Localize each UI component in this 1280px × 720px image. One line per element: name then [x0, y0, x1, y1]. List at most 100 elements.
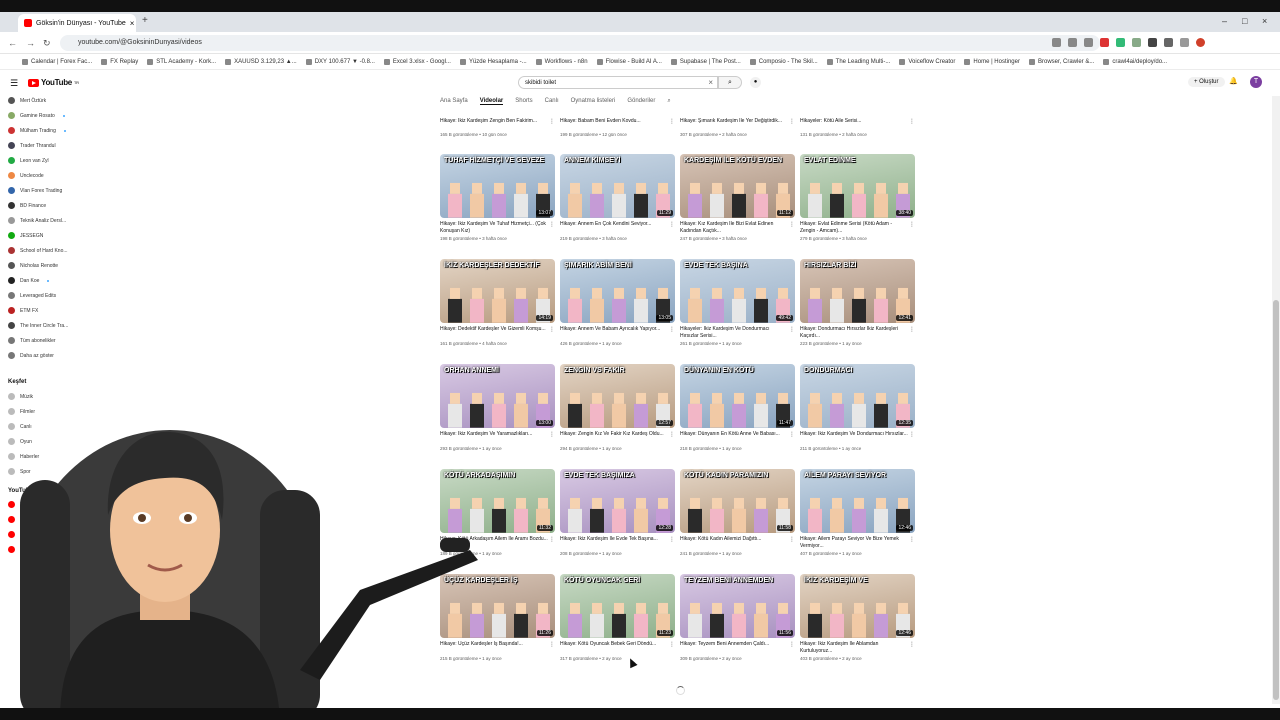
video-title[interactable]: Hikaye: Zengin Kız Ve Fakir Kız Kardeş O…	[560, 431, 668, 445]
avatar[interactable]: T	[1250, 76, 1262, 88]
bookmark-item[interactable]: Supabase | The Post...	[670, 58, 741, 65]
more-options-icon[interactable]: ⋮	[669, 118, 675, 125]
video-thumbnail[interactable]: TEYZEM BENİ ANNEMDEN 11:56	[680, 574, 795, 638]
channel-tab[interactable]: Shorts	[515, 98, 532, 105]
more-options-icon[interactable]: ⋮	[789, 326, 795, 333]
bookmark-item[interactable]: The Leading Multi-...	[826, 58, 890, 65]
sidebar-subscription-item[interactable]: Leveraged Edits	[8, 292, 56, 299]
more-options-icon[interactable]: ⋮	[909, 536, 915, 543]
more-options-icon[interactable]: ⋮	[789, 536, 795, 543]
more-options-icon[interactable]: ⋮	[549, 326, 555, 333]
sidebar-subscription-item[interactable]: Gamine Rosato	[8, 112, 65, 119]
extension-icon[interactable]	[1052, 38, 1061, 47]
video-thumbnail[interactable]: AİLEM PARAYI SEVİYOR 12:46	[800, 469, 915, 533]
video-title[interactable]: Hikaye: Dondurmacı Hırsızlar İkiz Kardeş…	[800, 326, 908, 340]
video-thumbnail[interactable]: HIRSIZLAR BİZİ 12:41	[800, 259, 915, 323]
sidebar-explore-item[interactable]: Müzik	[8, 393, 33, 400]
video-thumbnail[interactable]: ANNEM KİMSEYİ 11:29	[560, 154, 675, 218]
video-title[interactable]: Hikaye: Kız Kardeşim İle Bizi Evlat Edin…	[680, 221, 788, 235]
video-thumbnail[interactable]: EVLAT EDİNME 38:40	[800, 154, 915, 218]
sidepanel-icon[interactable]	[1180, 38, 1189, 47]
video-thumbnail[interactable]: TUHAF HİZMETÇİ VE GEVEZE 13:07	[440, 154, 555, 218]
more-options-icon[interactable]: ⋮	[909, 326, 915, 333]
puzzle-icon[interactable]	[1164, 38, 1173, 47]
video-thumbnail[interactable]: ŞIMARIK ABİM BENİ 13:05	[560, 259, 675, 323]
more-options-icon[interactable]: ⋮	[549, 431, 555, 438]
more-options-icon[interactable]: ⋮	[789, 118, 795, 125]
search-input[interactable]: skibidi toilet ×	[518, 76, 718, 89]
video-title[interactable]: Hikaye: Ailem Parayı Seviyor Ve Bize Yem…	[800, 536, 908, 550]
extension-icon[interactable]	[1148, 38, 1157, 47]
video-title[interactable]: Hikaye: İkiz Kardeşim Ve Tuhaf Hizmetçi.…	[440, 221, 548, 235]
video-title[interactable]: Hikaye: Annem Ve Babam Ayrıcalık Yapıyor…	[560, 326, 668, 340]
video-title[interactable]: Hikaye: İkiz Kardeşim Ve Dondurmacı Hırs…	[800, 431, 908, 445]
scrollbar-thumb[interactable]	[1273, 300, 1279, 700]
channel-tab[interactable]: Canlı	[545, 98, 559, 105]
minimize-icon[interactable]: –	[1222, 16, 1227, 26]
extension-icon[interactable]	[1132, 38, 1141, 47]
mic-icon[interactable]: ●	[750, 77, 761, 88]
sidebar-subscription-item[interactable]: Vlan Forex Trading	[8, 187, 62, 194]
video-thumbnail[interactable]: KARDEŞİM İLE KÖTÜ EVDEN 11:12	[680, 154, 795, 218]
sidebar-subscription-item[interactable]: ETM FX	[8, 307, 38, 314]
video-title[interactable]: Hikaye: Annem En Çok Kendini Seviyor...	[560, 221, 668, 235]
video-title[interactable]: Hikaye: Teyzem Beni Annemden Çaldı...	[680, 641, 788, 655]
maximize-icon[interactable]: □	[1242, 16, 1247, 26]
more-options-icon[interactable]: ⋮	[669, 326, 675, 333]
video-thumbnail[interactable]: DONDURMACI 12:35	[800, 364, 915, 428]
bookmark-item[interactable]: crawl4ai/deploy/do...	[1103, 58, 1167, 65]
video-title[interactable]: Hikaye: Şımarık Kardeşim İle Yer Değişti…	[680, 118, 788, 132]
extension-icon[interactable]	[1116, 38, 1125, 47]
sidebar-subscription-item[interactable]: Mülham Trading	[8, 127, 66, 134]
forward-icon[interactable]: →	[26, 38, 35, 48]
more-options-icon[interactable]: ⋮	[909, 118, 915, 125]
star-icon[interactable]	[1084, 38, 1093, 47]
channel-tab[interactable]: Videolar	[479, 98, 504, 105]
more-options-icon[interactable]: ⋮	[909, 431, 915, 438]
more-options-icon[interactable]: ⋮	[789, 641, 795, 648]
sidebar-subscription-item[interactable]: Trader Thrandul	[8, 142, 56, 149]
video-title[interactable]: Hikaye: Evlat Edinme Serisi (Kötü Adam -…	[800, 221, 908, 235]
bookmark-item[interactable]: STL Academy - Kork...	[147, 58, 216, 65]
video-thumbnail[interactable]: EVDE TEK BAŞIMIZA 12:28	[560, 469, 675, 533]
video-thumbnail[interactable]: EVDE TEK BAŞINA 49:42	[680, 259, 795, 323]
sidebar-subscription-item[interactable]: School of Hard Kno...	[8, 247, 68, 254]
sidebar-subscription-item[interactable]: BD Finance	[8, 202, 46, 209]
video-title[interactable]: Hikaye: Kötü Oyuncak Bebek Geri Döndü...	[560, 641, 668, 655]
more-options-icon[interactable]: ⋮	[909, 641, 915, 648]
bookmark-item[interactable]: Excel 3.xlsx - Googl...	[383, 58, 451, 65]
sidebar-subscription-item[interactable]: Tüm abonelikler	[8, 337, 56, 344]
video-title[interactable]: Hikaye: Dedektif Kardeşler Ve Gizemli Ko…	[440, 326, 548, 340]
video-thumbnail[interactable]: İKİZ KARDEŞİM VE 12:46	[800, 574, 915, 638]
video-thumbnail[interactable]: KÖTÜ OYUNCAK GERİ 11:23	[560, 574, 675, 638]
back-icon[interactable]: ←	[8, 38, 17, 48]
video-thumbnail[interactable]: İKİZ KARDEŞLER DEDEKTİF 14:19	[440, 259, 555, 323]
close-tab-icon[interactable]: ×	[130, 19, 135, 28]
more-options-icon[interactable]: ⋮	[669, 536, 675, 543]
bookmark-item[interactable]: FX Replay	[101, 58, 138, 65]
bookmark-item[interactable]: Workflows - n8n	[535, 58, 588, 65]
video-title[interactable]: Hikaye: İkiz Kardeşim Zengin Ben Fakirim…	[440, 118, 548, 132]
video-thumbnail[interactable]: KÖTÜ KADIN PARAMIZIN 11:58	[680, 469, 795, 533]
video-title[interactable]: Hikaye: Dünyanın En Kötü Anne Ve Babası.…	[680, 431, 788, 445]
video-thumbnail[interactable]: ORHAN ANNEMİ 13:00	[440, 364, 555, 428]
channel-search-icon[interactable]: ⌕	[667, 98, 670, 105]
video-title[interactable]: Hikaye: İkiz Kardeşim İle Evde Tek Başın…	[560, 536, 668, 550]
more-options-icon[interactable]: ⋮	[669, 221, 675, 228]
bell-icon[interactable]: 🔔	[1229, 77, 1238, 85]
sidebar-subscription-item[interactable]: Mert Öztürk	[8, 97, 46, 104]
search-button[interactable]: ⌕	[718, 76, 742, 89]
more-options-icon[interactable]: ⋮	[549, 118, 555, 125]
bookmark-item[interactable]: Home | Hostinger	[964, 58, 1020, 65]
video-thumbnail[interactable]: ZENGİN VS FAKİR 12:57	[560, 364, 675, 428]
bookmark-item[interactable]: Calendar | Forex Fac...	[22, 58, 92, 65]
bookmark-item[interactable]: Composio - The Skil...	[749, 58, 818, 65]
channel-tab[interactable]: Oynatma listeleri	[571, 98, 616, 105]
sidebar-subscription-item[interactable]: Dan Koe	[8, 277, 50, 284]
sidebar-subscription-item[interactable]: Unclecode	[8, 172, 44, 179]
sidebar-subscription-item[interactable]: Teknik Analiz Dersl...	[8, 217, 66, 224]
video-title[interactable]: Hikayeler: Kötü Aile Serisi...	[800, 118, 908, 132]
extension-icon[interactable]	[1100, 38, 1109, 47]
video-title[interactable]: Hikaye: Kötü Kadın Ailemizi Dağıttı...	[680, 536, 788, 550]
reload-icon[interactable]: ↻	[43, 38, 51, 49]
